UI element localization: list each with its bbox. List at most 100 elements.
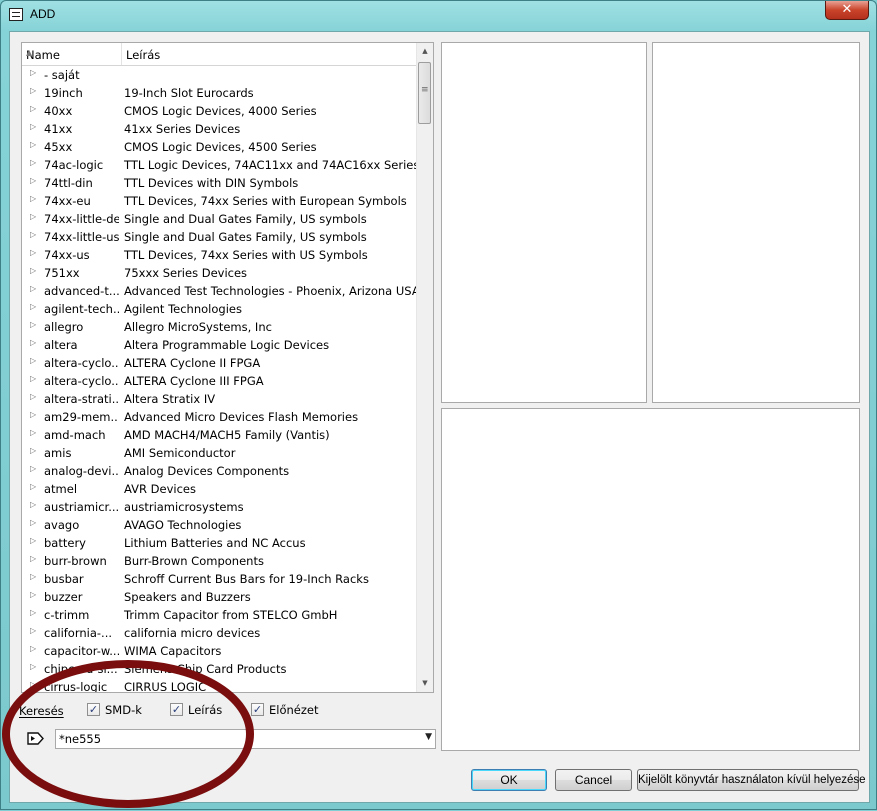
tree-row[interactable]: ▷ austriamicr... austriamicrosystems <box>22 498 418 516</box>
filter-arrow-icon[interactable] <box>27 732 44 745</box>
tree-row[interactable]: ▷ cirrus-logic CIRRUS LOGIC <box>22 678 418 692</box>
tree-row-description: AVAGO Technologies <box>124 518 242 532</box>
expand-arrow-icon[interactable]: ▷ <box>30 536 36 545</box>
dialog-client-area: Name ▲ Leírás ▷ - saját ▷ 19inch 19-Inch Slo… <box>9 31 870 803</box>
tree-row[interactable]: ▷ busbar Schroff Current Bus Bars for 19-I… <box>22 570 418 588</box>
tree-row[interactable]: ▷ 74xx-eu TTL Devices, 74xx Series with Eu… <box>22 192 418 210</box>
expand-arrow-icon[interactable]: ▷ <box>30 626 36 635</box>
tree-row[interactable]: ▷ 45xx CMOS Logic Devices, 4500 Series <box>22 138 418 156</box>
expand-arrow-icon[interactable]: ▷ <box>30 356 36 365</box>
tree-row[interactable]: ▷ burr-brown Burr-Brown Components <box>22 552 418 570</box>
search-combobox[interactable]: ▼ <box>55 729 436 749</box>
column-header-name[interactable]: Name ▲ <box>22 43 122 65</box>
tree-row[interactable]: ▷ battery Lithium Batteries and NC Accus <box>22 534 418 552</box>
expand-arrow-icon[interactable]: ▷ <box>30 464 36 473</box>
tree-row-description: Altera Programmable Logic Devices <box>124 338 330 352</box>
expand-arrow-icon[interactable]: ▷ <box>30 554 36 563</box>
tree-row[interactable]: ▷ analog-devi... Analog Devices Components <box>22 462 418 480</box>
tree-row[interactable]: ▷ altera-strati... Altera Stratix IV <box>22 390 418 408</box>
tree-row[interactable]: ▷ advanced-t... Advanced Test Technologies… <box>22 282 420 300</box>
tree-row[interactable]: ▷ altera Altera Programmable Logic Devices <box>22 336 418 354</box>
tree-row[interactable]: ▷ 41xx 41xx Series Devices <box>22 120 418 138</box>
tree-row[interactable]: ▷ 74ac-logic TTL Logic Devices, 74AC11xx a… <box>22 156 419 174</box>
expand-arrow-icon[interactable]: ▷ <box>30 122 36 131</box>
close-button[interactable]: ✕ <box>825 1 869 20</box>
ok-button[interactable]: OK <box>471 769 547 791</box>
exclude-library-button[interactable]: Kijelölt könyvtár használaton kívül hely… <box>637 769 866 791</box>
expand-arrow-icon[interactable]: ▷ <box>30 140 36 149</box>
tree-row[interactable]: ▷ 19inch 19-Inch Slot Eurocards <box>22 84 418 102</box>
tree-row[interactable]: ▷ 40xx CMOS Logic Devices, 4000 Series <box>22 102 418 120</box>
expand-arrow-icon[interactable]: ▷ <box>30 572 36 581</box>
tree-row-description: ALTERA Cyclone II FPGA <box>124 356 261 370</box>
expand-arrow-icon[interactable]: ▷ <box>30 428 36 437</box>
library-tree[interactable]: Name ▲ Leírás ▷ - saját ▷ 19inch 19-Inch Slo… <box>21 42 434 693</box>
vertical-scrollbar[interactable]: ▲ ▼ <box>416 43 433 692</box>
tree-row-description: Analog Devices Components <box>124 464 290 478</box>
expand-arrow-icon[interactable]: ▷ <box>30 104 36 113</box>
tree-row[interactable]: ▷ am29-mem... Advanced Micro Devices Flash… <box>22 408 418 426</box>
expand-arrow-icon[interactable]: ▷ <box>30 68 36 77</box>
tree-row-description: Single and Dual Gates Family, US symbols <box>124 230 367 244</box>
search-input[interactable] <box>59 731 409 747</box>
expand-arrow-icon[interactable]: ▷ <box>30 482 36 491</box>
tree-row[interactable]: ▷ 751xx 75xxx Series Devices <box>22 264 418 282</box>
expand-arrow-icon[interactable]: ▷ <box>30 284 36 293</box>
expand-arrow-icon[interactable]: ▷ <box>30 446 36 455</box>
expand-arrow-icon[interactable]: ▷ <box>30 392 36 401</box>
tree-row[interactable]: ▷ amis AMI Semiconductor <box>22 444 418 462</box>
expand-arrow-icon[interactable]: ▷ <box>30 518 36 527</box>
tree-row[interactable]: ▷ capacitor-w... WIMA Capacitors <box>22 642 418 660</box>
dropdown-arrow-icon[interactable]: ▼ <box>425 732 432 742</box>
tree-row[interactable]: ▷ c-trimm Trimm Capacitor from STELCO GmbH <box>22 606 418 624</box>
tree-row-name: battery <box>44 536 86 550</box>
tree-row-description: austriamicrosystems <box>124 500 244 514</box>
scrollbar-thumb[interactable] <box>418 62 431 124</box>
title-bar[interactable]: ADD ✕ <box>1 1 876 31</box>
tree-row[interactable]: ▷ california-... california micro devices <box>22 624 418 642</box>
tree-row[interactable]: ▷ altera-cyclo... ALTERA Cyclone II FPGA <box>22 354 418 372</box>
tree-row[interactable]: ▷ 74xx-us TTL Devices, 74xx Series with US… <box>22 246 418 264</box>
expand-arrow-icon[interactable]: ▷ <box>30 86 36 95</box>
expand-arrow-icon[interactable]: ▷ <box>30 176 36 185</box>
tree-row-description: Altera Stratix IV <box>124 392 216 406</box>
expand-arrow-icon[interactable]: ▷ <box>30 320 36 329</box>
expand-arrow-icon[interactable]: ▷ <box>30 500 36 509</box>
tree-row[interactable]: ▷ allegro Allegro MicroSystems, Inc <box>22 318 418 336</box>
tree-row[interactable]: ▷ - saját <box>22 66 418 84</box>
expand-arrow-icon[interactable]: ▷ <box>30 608 36 617</box>
expand-arrow-icon[interactable]: ▷ <box>30 590 36 599</box>
symbol-preview-pane <box>441 42 647 403</box>
expand-arrow-icon[interactable]: ▷ <box>30 644 36 653</box>
expand-arrow-icon[interactable]: ▷ <box>30 230 36 239</box>
tree-row[interactable]: ▷ 74xx-little-de Single and Dual Gates Fam… <box>22 210 418 228</box>
scroll-down-arrow-icon[interactable]: ▼ <box>417 675 433 692</box>
cancel-button[interactable]: Cancel <box>555 769 632 791</box>
tree-row-name: 74xx-eu <box>44 194 91 208</box>
expand-arrow-icon[interactable]: ▷ <box>30 410 36 419</box>
column-header-description[interactable]: Leírás <box>122 43 418 65</box>
expand-arrow-icon[interactable]: ▷ <box>30 662 36 671</box>
tree-row[interactable]: ▷ amd-mach AMD MACH4/MACH5 Family (Vantis) <box>22 426 418 444</box>
tree-row[interactable]: ▷ avago AVAGO Technologies <box>22 516 418 534</box>
tree-row[interactable]: ▷ 74xx-little-us Single and Dual Gates Fam… <box>22 228 418 246</box>
expand-arrow-icon[interactable]: ▷ <box>30 338 36 347</box>
expand-arrow-icon[interactable]: ▷ <box>30 158 36 167</box>
expand-arrow-icon[interactable]: ▷ <box>30 194 36 203</box>
tree-row[interactable]: ▷ buzzer Speakers and Buzzers <box>22 588 418 606</box>
expand-arrow-icon[interactable]: ▷ <box>30 266 36 275</box>
tree-row[interactable]: ▷ atmel AVR Devices <box>22 480 418 498</box>
tree-row-description: Trimm Capacitor from STELCO GmbH <box>124 608 338 622</box>
expand-arrow-icon[interactable]: ▷ <box>30 374 36 383</box>
tree-row-name: altera <box>44 338 78 352</box>
tree-row[interactable]: ▷ altera-cyclo... ALTERA Cyclone III FPGA <box>22 372 418 390</box>
tree-row[interactable]: ▷ chipcard-si... Siemens Chip Card Product… <box>22 660 418 678</box>
expand-arrow-icon[interactable]: ▷ <box>30 680 36 689</box>
expand-arrow-icon[interactable]: ▷ <box>30 212 36 221</box>
tree-row[interactable]: ▷ 74ttl-din TTL Devices with DIN Symbols <box>22 174 418 192</box>
expand-arrow-icon[interactable]: ▷ <box>30 248 36 257</box>
expand-arrow-icon[interactable]: ▷ <box>30 302 36 311</box>
scroll-up-arrow-icon[interactable]: ▲ <box>417 43 433 60</box>
tree-row[interactable]: ▷ agilent-tech... Agilent Technologies <box>22 300 418 318</box>
checkbox-checkmark-icon: ✓ <box>170 703 183 716</box>
